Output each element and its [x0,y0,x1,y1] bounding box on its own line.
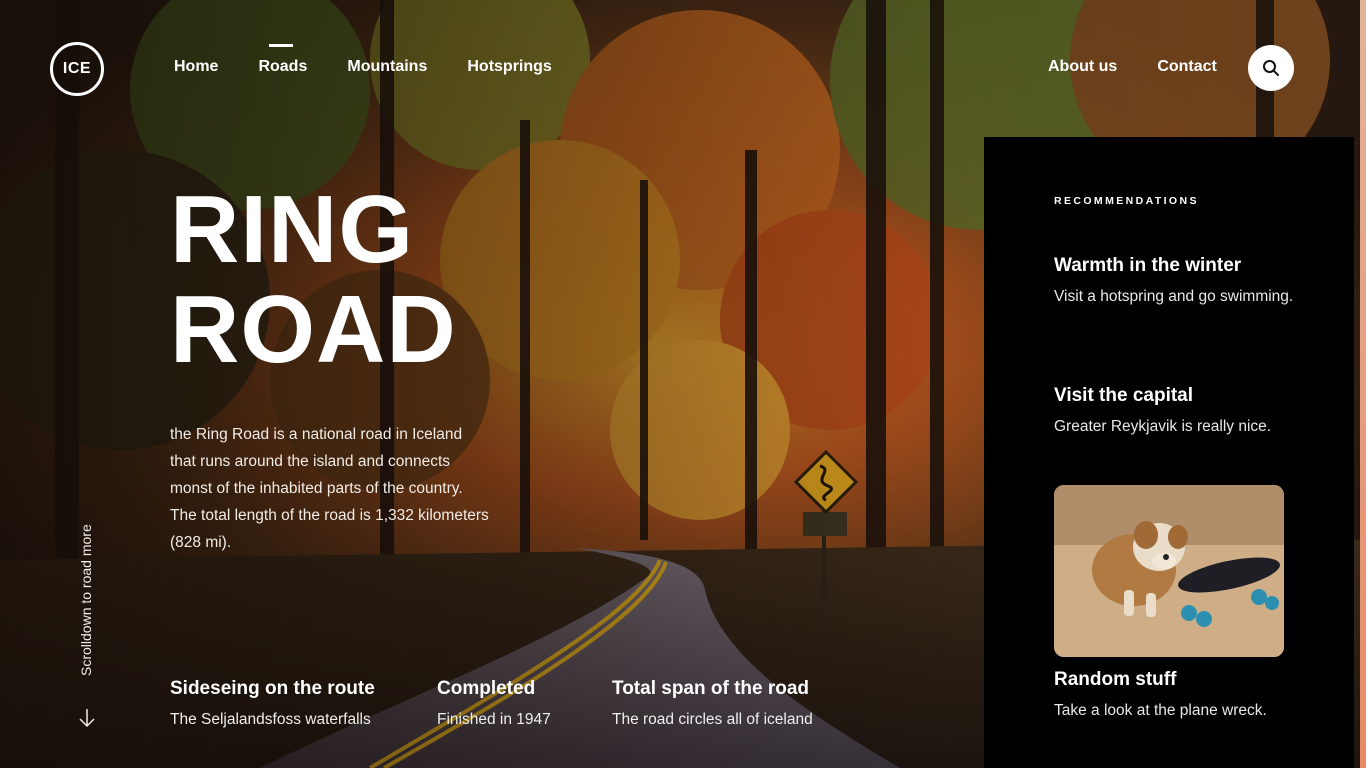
stat-title: Sideseing on the route [170,678,375,699]
recommendations-heading: RECOMMENDATIONS [1054,195,1199,207]
nav-home[interactable]: Home [174,58,218,76]
scroll-hint-label[interactable]: Scrolldown to road more [78,524,94,676]
page-title-line-2: ROAD [170,276,457,383]
stat-title: Completed [437,678,536,699]
bulldog-skateboard-image [1054,485,1284,657]
recommendation-text: Greater Reykjavik is really nice. [1054,418,1272,435]
nav-about-us[interactable]: About us [1048,58,1117,76]
recommendation-item[interactable]: Warmth in the winter Visit a hotspring a… [1054,255,1304,308]
stat-total-span: Total span of the road The road circles … [612,678,813,729]
page-title: RING ROAD [170,180,457,380]
page-title-line-1: RING [170,176,414,283]
recommendation-title: Random stuff [1054,669,1177,690]
arrow-down-icon[interactable] [78,708,96,728]
nav-mountains[interactable]: Mountains [347,58,427,76]
recommendation-item[interactable]: Visit the capital Greater Reykjavik is r… [1054,385,1304,438]
nav-roads[interactable]: Roads [258,44,307,76]
search-icon [1263,60,1279,76]
stat-text: The road circles all of iceland [612,711,813,728]
recommendation-text: Take a look at the plane wreck. [1054,702,1267,719]
accent-edge-strip [1360,0,1366,768]
logo-text: ICE [62,60,92,77]
recommendation-image[interactable] [1054,485,1284,657]
logo[interactable]: ICE [50,42,104,96]
stat-text: The Seljalandsfoss waterfalls [170,711,371,728]
primary-nav: Home Roads Mountains Hotsprings [174,44,552,76]
recommendation-item[interactable]: Random stuff Take a look at the plane wr… [1054,669,1304,722]
nav-contact[interactable]: Contact [1157,58,1217,76]
recommendations-panel: RECOMMENDATIONS Warmth in the winter Vis… [984,137,1354,768]
stat-completed: Completed Finished in 1947 [437,678,551,729]
stat-sightseeing: Sideseing on the route The Seljalandsfos… [170,678,375,729]
stat-text: Finished in 1947 [437,711,551,728]
nav-hotsprings[interactable]: Hotsprings [467,58,551,76]
hero-description: the Ring Road is a national road in Icel… [170,426,489,551]
recommendation-text: Visit a hotspring and go swimming. [1054,288,1294,305]
search-button[interactable] [1248,45,1294,91]
recommendation-title: Visit the capital [1054,385,1194,406]
recommendation-title: Warmth in the winter [1054,255,1242,276]
stat-title: Total span of the road [612,678,810,699]
secondary-nav: About us Contact [1048,58,1217,76]
